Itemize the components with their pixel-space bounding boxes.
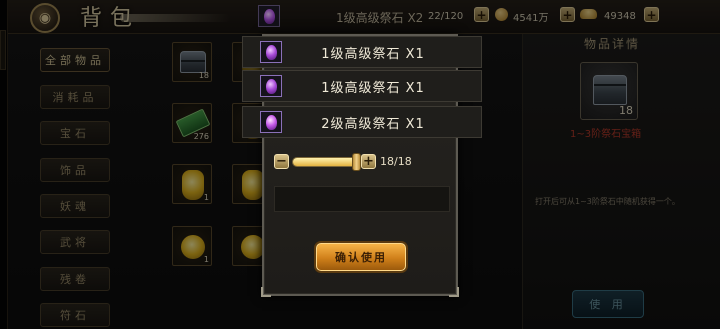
- confirm-use-button[interactable]: 确认使用: [316, 243, 406, 271]
- purple-gem-icon: [264, 9, 275, 24]
- purple-gem-icon: [266, 79, 277, 94]
- purple-gem-icon: [266, 115, 277, 130]
- dropdown-ghost-row: 1级高级祭石 X2: [256, 2, 506, 32]
- reward-option-label: 1级高级祭石 X1: [321, 80, 425, 96]
- dialog-corner-ornament: [261, 287, 271, 297]
- gem-slot: [260, 41, 282, 63]
- reward-option[interactable]: 2级高级祭石 X1: [242, 106, 482, 138]
- reward-option[interactable]: 1级高级祭石 X1: [242, 70, 482, 102]
- gem-slot: [260, 111, 282, 133]
- reward-option-label: 1级高级祭石 X1: [321, 46, 425, 62]
- quantity-slider-fill: [293, 158, 359, 166]
- dialog-corner-ornament: [449, 287, 459, 297]
- quantity-slider-handle[interactable]: [352, 153, 361, 171]
- reward-option[interactable]: 1级高级祭石 X1: [242, 36, 482, 68]
- gem-slot: [260, 75, 282, 97]
- quantity-readout: 18/18: [380, 155, 412, 168]
- quantity-slider-track[interactable]: [292, 157, 360, 167]
- purple-gem-icon: [266, 45, 277, 60]
- reward-option-label: 2级高级祭石 X1: [321, 116, 425, 132]
- gem-slot: [258, 5, 280, 27]
- quantity-row: [274, 186, 450, 212]
- decrease-quantity-button[interactable]: −: [274, 154, 289, 169]
- increase-quantity-button[interactable]: +: [361, 154, 376, 169]
- game-screen: ◉ 背包 22/120 + 4541万 + 49348 + 全部物品 消耗品 宝…: [0, 0, 720, 329]
- ghost-row-label: 1级高级祭石 X2: [336, 10, 424, 25]
